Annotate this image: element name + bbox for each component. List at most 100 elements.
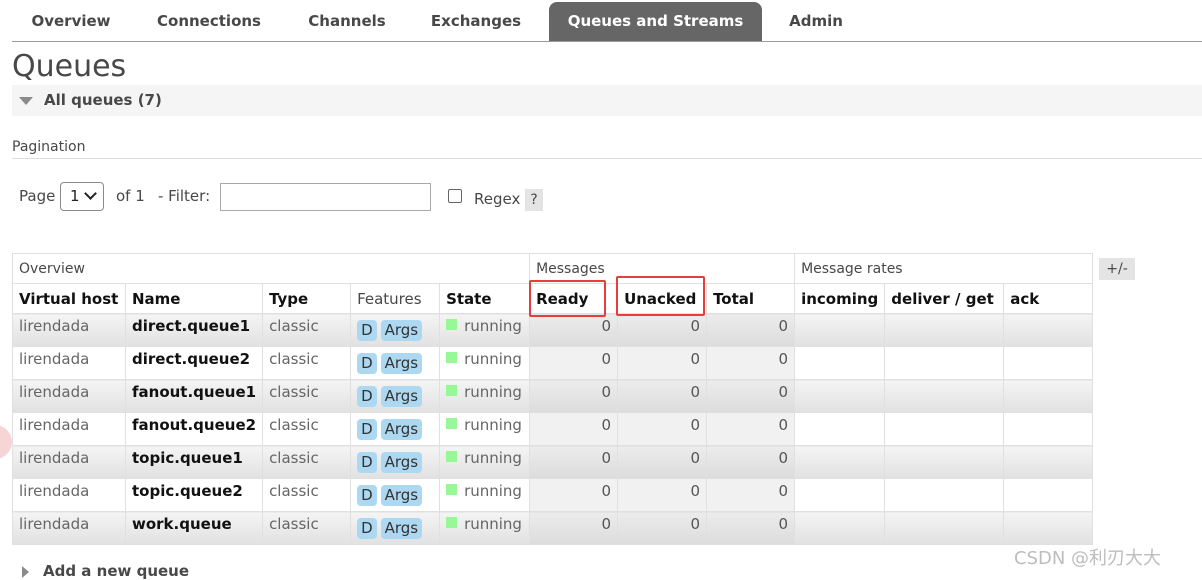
page-select[interactable]: 1	[60, 182, 104, 211]
cell-ready: 0	[529, 313, 619, 347]
cell-unacked: 0	[617, 511, 708, 545]
queue-name-link[interactable]: fanout.queue2	[124, 412, 264, 446]
feature-args-badge: Args	[380, 419, 423, 440]
col-incoming[interactable]: incoming	[794, 283, 886, 314]
section-title: All queues (7)	[44, 91, 162, 109]
cell-incoming	[794, 346, 886, 380]
cell-state: running	[439, 346, 531, 380]
cell-type: classic	[262, 379, 352, 413]
queue-name-link[interactable]: topic.queue1	[124, 445, 264, 479]
table-row: lirendada topic.queue2 classic D Args run…	[12, 478, 1094, 512]
page-title: Queues	[12, 49, 127, 84]
cell-state: running	[439, 379, 531, 413]
cell-total: 0	[706, 313, 796, 347]
cell-unacked: 0	[617, 379, 708, 413]
page-select-value: 1	[70, 187, 80, 205]
feature-args-badge: Args	[380, 452, 423, 473]
cell-deliver-get	[884, 379, 1005, 413]
table-row: lirendada fanout.queue2 classic D Args ru…	[12, 412, 1094, 446]
tab-connections[interactable]: Connections	[142, 2, 276, 41]
cell-ready: 0	[529, 445, 619, 479]
cell-state: running	[439, 445, 531, 479]
feature-args-badge: Args	[380, 485, 423, 506]
cell-incoming	[794, 478, 886, 512]
col-deliver-get[interactable]: deliver / get	[884, 283, 1005, 314]
queue-name-link[interactable]: fanout.queue1	[124, 379, 264, 413]
queue-name-link[interactable]: direct.queue1	[124, 313, 264, 347]
running-status-icon	[446, 418, 458, 429]
table-row: lirendada direct.queue2 classic D Args ru…	[12, 346, 1094, 380]
col-ack[interactable]: ack	[1003, 283, 1094, 314]
state-label: running	[464, 449, 522, 467]
cell-state: running	[439, 412, 531, 446]
cell-ack	[1003, 379, 1094, 413]
cell-unacked: 0	[617, 445, 708, 479]
pagination-label: Pagination	[12, 139, 86, 155]
feature-durable-badge: D	[357, 320, 377, 341]
cell-total: 0	[706, 346, 796, 380]
col-features: Features	[350, 283, 441, 314]
pagination-divider	[12, 158, 1202, 159]
table-row: lirendada work.queue classic D Args runni…	[12, 511, 1094, 545]
cell-vhost: lirendada	[12, 511, 126, 545]
cell-ack	[1003, 478, 1094, 512]
watermark: CSDN @利刃大大	[1014, 548, 1162, 569]
cell-total: 0	[706, 478, 796, 512]
table-row: lirendada fanout.queue1 classic D Args ru…	[12, 379, 1094, 413]
columns-toggle-button[interactable]: +/-	[1099, 258, 1135, 280]
cell-ready: 0	[529, 478, 619, 512]
side-floating-icon[interactable]	[0, 425, 12, 459]
cell-features: D Args	[350, 313, 441, 347]
cell-vhost: lirendada	[12, 478, 126, 512]
add-queue-label: Add a new queue	[43, 562, 190, 580]
tab-channels[interactable]: Channels	[292, 2, 402, 41]
queue-name-link[interactable]: topic.queue2	[124, 478, 264, 512]
cell-total: 0	[706, 511, 796, 545]
tab-admin[interactable]: Admin	[778, 2, 854, 41]
cell-type: classic	[262, 478, 352, 512]
cell-unacked: 0	[617, 313, 708, 347]
cell-deliver-get	[884, 445, 1005, 479]
feature-args-badge: Args	[380, 518, 423, 539]
col-type[interactable]: Type	[262, 283, 352, 314]
feature-durable-badge: D	[357, 485, 377, 506]
state-label: running	[464, 482, 522, 500]
cell-deliver-get	[884, 511, 1005, 545]
queue-name-link[interactable]: work.queue	[124, 511, 264, 545]
col-unacked[interactable]: Unacked	[617, 283, 708, 314]
cell-ack	[1003, 313, 1094, 347]
filter-label: - Filter:	[158, 187, 211, 205]
cell-incoming	[794, 313, 886, 347]
col-total[interactable]: Total	[706, 283, 796, 314]
cell-state: running	[439, 313, 531, 347]
cell-type: classic	[262, 511, 352, 545]
cell-total: 0	[706, 379, 796, 413]
filter-input[interactable]	[220, 183, 431, 211]
feature-durable-badge: D	[357, 452, 377, 473]
cell-features: D Args	[350, 511, 441, 545]
add-queue-toggle[interactable]: Add a new queue	[22, 562, 189, 580]
cell-features: D Args	[350, 445, 441, 479]
main-nav-tabs: Overview Connections Channels Exchanges …	[12, 2, 1202, 42]
page-label: Page	[19, 187, 56, 205]
regex-help-button[interactable]: ?	[525, 189, 543, 211]
col-virtual-host[interactable]: Virtual host	[12, 283, 126, 314]
state-label: running	[464, 383, 522, 401]
tab-queues-and-streams[interactable]: Queues and Streams	[549, 2, 762, 41]
col-ready[interactable]: Ready	[529, 283, 619, 314]
tab-overview[interactable]: Overview	[12, 2, 130, 41]
cell-vhost: lirendada	[12, 313, 126, 347]
col-name[interactable]: Name	[124, 283, 264, 314]
cell-incoming	[794, 412, 886, 446]
regex-checkbox[interactable]	[448, 189, 462, 203]
running-status-icon	[446, 352, 458, 363]
state-label: running	[464, 350, 522, 368]
page-count-label: of 1	[116, 187, 145, 205]
collapse-triangle-icon	[19, 97, 33, 105]
all-queues-section-toggle[interactable]: All queues (7)	[12, 85, 1202, 116]
col-state[interactable]: State	[439, 283, 531, 314]
cell-ack	[1003, 445, 1094, 479]
running-status-icon	[446, 319, 458, 330]
tab-exchanges[interactable]: Exchanges	[418, 2, 534, 41]
queue-name-link[interactable]: direct.queue2	[124, 346, 264, 380]
